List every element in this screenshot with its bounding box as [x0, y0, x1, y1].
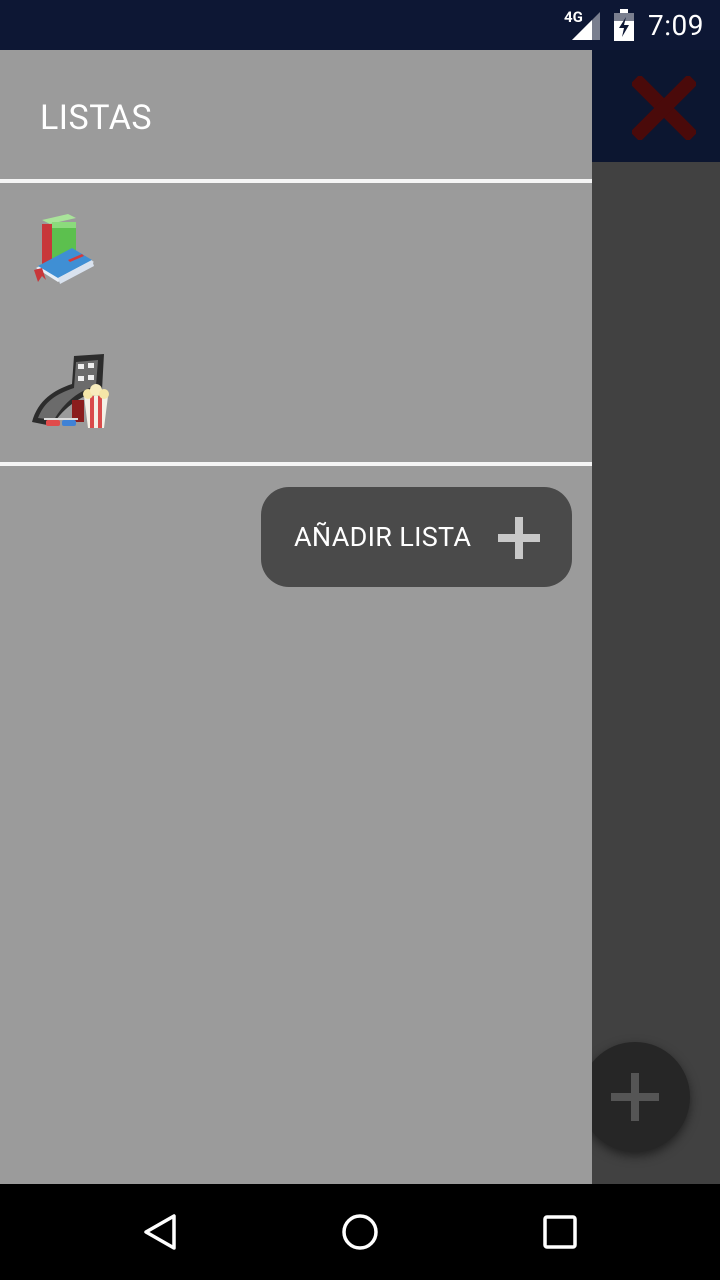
- status-time: 7:09: [648, 8, 704, 42]
- battery-charging-icon: [614, 9, 634, 41]
- list-item-movies[interactable]: [0, 326, 592, 466]
- status-bar: 4G 7:09: [0, 0, 720, 50]
- plus-icon: [498, 517, 540, 559]
- add-list-label: AÑADIR LISTA: [294, 521, 472, 553]
- back-icon[interactable]: [140, 1212, 180, 1252]
- divider: [0, 179, 592, 183]
- add-list-button[interactable]: AÑADIR LISTA: [261, 487, 572, 587]
- screen: 4G 7:09 LISTAS AÑADIR LISTA: [0, 0, 720, 1280]
- plus-icon: [611, 1073, 659, 1121]
- home-icon[interactable]: [340, 1212, 380, 1252]
- divider: [0, 462, 592, 466]
- drawer-title: LISTAS: [40, 98, 153, 138]
- books-icon: [34, 214, 94, 284]
- close-x-icon[interactable]: [632, 76, 696, 140]
- movies-popcorn-icon: [32, 354, 109, 428]
- signal-icon: 4G: [564, 8, 600, 40]
- fab-add-button[interactable]: [580, 1042, 690, 1152]
- navigation-drawer: LISTAS AÑADIR LISTA: [0, 50, 592, 1184]
- recents-icon[interactable]: [540, 1212, 580, 1252]
- list-item-books[interactable]: [0, 186, 592, 326]
- system-nav-bar: [0, 1184, 720, 1280]
